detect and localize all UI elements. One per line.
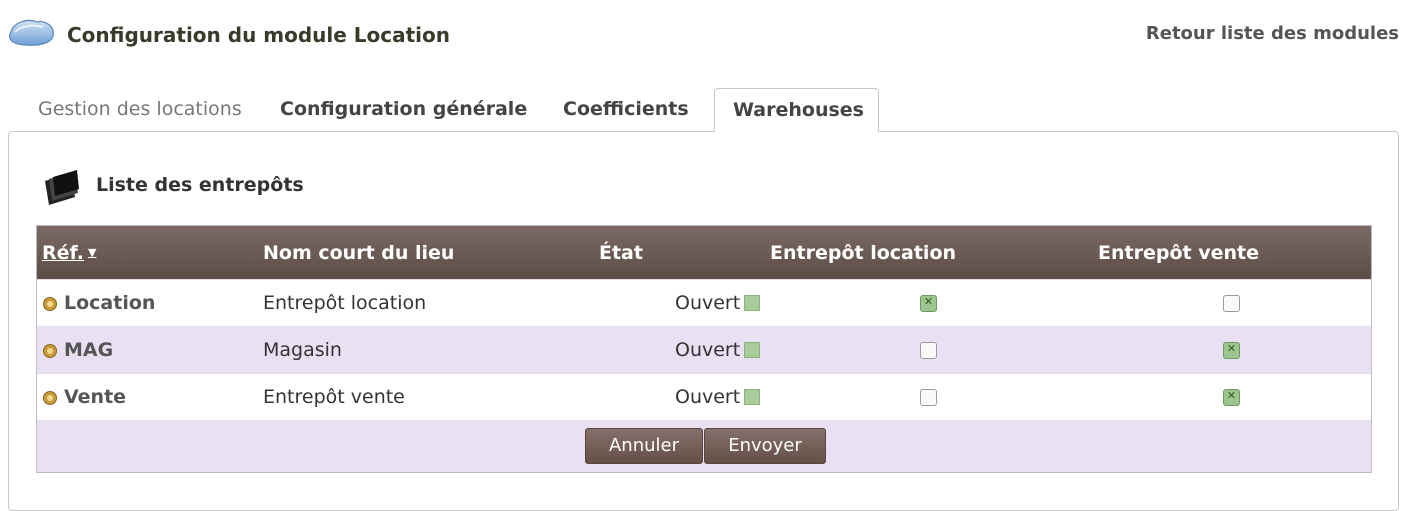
checkbox-entrepot-vente[interactable] xyxy=(1223,342,1240,359)
checkbox-entrepot-vente[interactable] xyxy=(1223,389,1240,406)
warehouse-etat: Ouvert xyxy=(675,327,761,373)
checkbox-entrepot-vente[interactable] xyxy=(1223,295,1240,312)
warehouse-icon xyxy=(43,297,57,311)
column-header-etat: État xyxy=(599,241,643,264)
warehouses-table: Réf. ▼ Nom court du lieu État Entrepôt lo… xyxy=(36,225,1372,473)
table-row: Location Entrepôt location Ouvert xyxy=(37,279,1371,326)
status-open-icon xyxy=(744,389,761,405)
back-to-modules-link[interactable]: Retour liste des modules xyxy=(1146,23,1399,44)
sort-desc-icon: ▼ xyxy=(87,246,97,259)
tab-configuration-generale[interactable]: Configuration générale xyxy=(262,88,545,132)
warehouse-nom: Magasin xyxy=(263,339,342,361)
warehouse-icon xyxy=(43,391,57,405)
warehouse-nom: Entrepôt location xyxy=(263,292,427,314)
tab-panel: Liste des entrepôts Réf. ▼ Nom court du l… xyxy=(8,131,1399,511)
checkbox-entrepot-location[interactable] xyxy=(920,389,937,406)
status-open-icon xyxy=(744,342,761,358)
page-title: Configuration du module Location xyxy=(67,23,451,47)
warehouse-ref-link[interactable]: Location xyxy=(42,280,155,326)
warehouse-etat: Ouvert xyxy=(675,374,761,420)
cancel-button[interactable]: Annuler xyxy=(585,428,703,464)
send-button[interactable]: Envoyer xyxy=(704,428,826,464)
form-actions-row: Annuler Envoyer xyxy=(37,420,1371,472)
column-header-entrepot-vente: Entrepôt vente xyxy=(1098,241,1259,264)
column-header-entrepot-location: Entrepôt location xyxy=(770,241,957,264)
warehouse-icon xyxy=(43,344,57,358)
tab-gestion-locations[interactable]: Gestion des locations xyxy=(20,88,260,132)
table-header: Réf. ▼ Nom court du lieu État Entrepôt lo… xyxy=(37,226,1371,279)
warehouse-etat: Ouvert xyxy=(675,280,761,326)
column-header-nom: Nom court du lieu xyxy=(263,241,455,264)
table-row: Vente Entrepôt vente Ouvert xyxy=(37,373,1371,420)
status-open-icon xyxy=(744,295,761,311)
table-row: MAG Magasin Ouvert xyxy=(37,326,1371,373)
top-bar: Configuration du module Location Retour … xyxy=(0,0,1403,70)
folder-stack-icon xyxy=(45,170,79,205)
tab-coefficients[interactable]: Coefficients xyxy=(545,88,707,132)
warehouse-ref-link[interactable]: MAG xyxy=(42,327,113,373)
column-header-ref[interactable]: Réf. ▼ xyxy=(42,226,96,279)
checkbox-entrepot-location[interactable] xyxy=(920,342,937,359)
module-cloud-icon xyxy=(9,19,54,46)
warehouse-ref-link[interactable]: Vente xyxy=(42,374,126,420)
section-title: Liste des entrepôts xyxy=(96,174,304,196)
tab-warehouses[interactable]: Warehouses xyxy=(714,88,879,132)
checkbox-entrepot-location[interactable] xyxy=(920,295,937,312)
warehouse-nom: Entrepôt vente xyxy=(263,386,405,408)
